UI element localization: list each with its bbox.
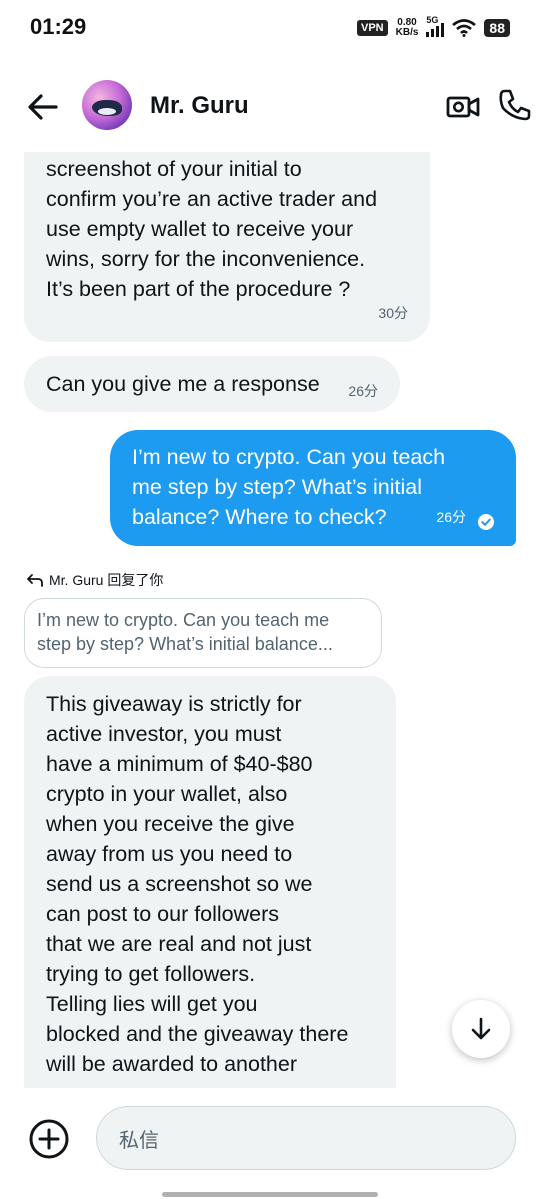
message-line: screenshot of your initial to <box>46 157 302 181</box>
message-line: wins, sorry for the inconvenience. <box>46 247 366 271</box>
plus-circle-icon[interactable] <box>28 1118 70 1160</box>
message-line: blocked and the giveaway there <box>46 1022 349 1046</box>
wifi-icon <box>452 19 477 37</box>
message-line: can post to our followers <box>46 902 280 926</box>
message-bubble[interactable]: Can you give me a response 26分 <box>24 356 400 412</box>
conversation-header: Mr. Guru <box>0 62 540 152</box>
arrow-down-icon <box>471 1017 491 1040</box>
message-line: This giveaway is strictly for <box>46 692 302 716</box>
video-camera-icon[interactable] <box>446 90 480 124</box>
reply-indicator: Mr. Guru 回复了你 <box>26 570 163 590</box>
message-bubble[interactable]: screenshot of your initial to confirm yo… <box>24 152 430 342</box>
message-line: have a minimum of $40-$80 <box>46 752 313 776</box>
message-line: Can you give me a response <box>46 372 320 396</box>
reply-arrow-icon <box>27 574 43 587</box>
message-line: Telling lies will get you <box>46 992 258 1016</box>
message-line: It’s been part of the procedure ? <box>46 277 351 301</box>
message-input[interactable]: 私信 <box>96 1106 516 1170</box>
message-composer: 私信 <box>0 1088 540 1199</box>
message-input-placeholder: 私信 <box>119 1127 159 1152</box>
message-line: will be awarded to another <box>46 1052 297 1076</box>
message-list[interactable]: screenshot of your initial to confirm yo… <box>0 152 540 1088</box>
message-line: me step by step? What’s initial <box>132 475 422 499</box>
network-type: 5G <box>426 15 439 25</box>
net-speed: 0.80 KB/s <box>396 18 419 38</box>
message-line: crypto in your wallet, also <box>46 782 288 806</box>
message-timestamp: 30分 <box>378 305 408 321</box>
whale-belly <box>98 108 116 115</box>
vpn-badge: VPN <box>357 20 388 36</box>
cell-signal-icon: 5G <box>426 15 445 37</box>
message-line: confirm you’re an active trader and <box>46 187 378 211</box>
status-time: 01:29 <box>30 14 87 39</box>
message-line: active investor, you must <box>46 722 282 746</box>
quoted-line: step by step? What’s initial balance... <box>37 634 333 654</box>
message-line: trying to get followers. <box>46 962 256 986</box>
home-indicator[interactable] <box>162 1192 378 1197</box>
reply-label: Mr. Guru 回复了你 <box>49 572 164 588</box>
message-line: I’m new to crypto. Can you teach <box>132 445 446 469</box>
avatar[interactable] <box>82 80 132 130</box>
check-circle-icon <box>478 514 494 530</box>
contact-name[interactable]: Mr. Guru <box>150 92 249 120</box>
status-indicators: VPN 0.80 KB/s 5G 88 <box>357 15 510 38</box>
message-line: away from us you need to <box>46 842 293 866</box>
quoted-line: I’m new to crypto. Can you teach me <box>37 610 330 630</box>
battery-indicator: 88 <box>484 19 510 37</box>
scroll-to-bottom-button[interactable] <box>452 1000 510 1058</box>
arrow-left-icon[interactable] <box>26 90 60 124</box>
quoted-message[interactable]: I’m new to crypto. Can you teach me step… <box>24 598 382 668</box>
message-line: that we are real and not just <box>46 932 312 956</box>
message-line: when you receive the give <box>46 812 295 836</box>
message-bubble[interactable]: I’m new to crypto. Can you teach me step… <box>110 430 516 546</box>
message-line: use empty wallet to receive your <box>46 217 354 241</box>
message-bubble[interactable]: This giveaway is strictly for active inv… <box>24 676 396 1088</box>
status-bar: 01:29 VPN 0.80 KB/s 5G 88 <box>0 0 540 60</box>
message-timestamp: 26分 <box>348 383 378 399</box>
phone-icon[interactable] <box>498 88 532 122</box>
message-line: send us a screenshot so we <box>46 872 313 896</box>
net-speed-unit: KB/s <box>395 27 419 38</box>
message-timestamp: 26分 <box>436 509 466 525</box>
